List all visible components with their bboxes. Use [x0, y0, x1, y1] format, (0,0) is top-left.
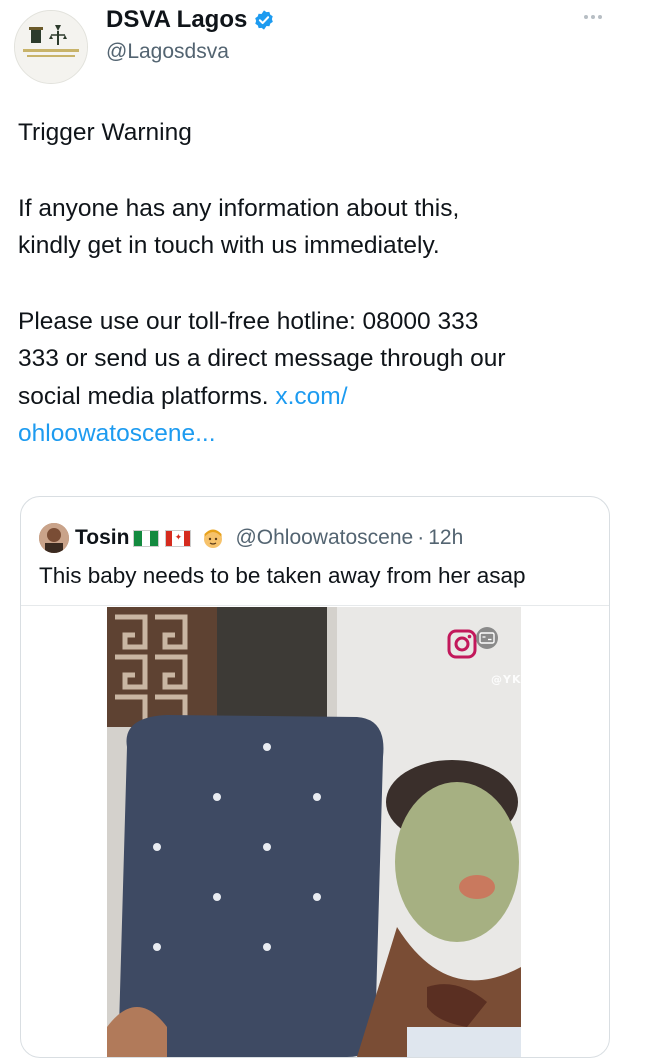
quoted-author-handle[interactable]: @Ohloowatoscene: [235, 526, 413, 550]
verified-badge-icon: [255, 10, 274, 30]
divider: [21, 605, 609, 606]
name-row: DSVA Lagos: [106, 6, 275, 34]
tweet-line: kindly get in touch with us immediately.: [18, 232, 440, 259]
quoted-tweet-header: Tosin ✦ @Ohloowatoscene · 12h: [39, 523, 463, 553]
quoted-author-avatar[interactable]: [39, 523, 69, 553]
more-options-icon[interactable]: [578, 10, 608, 24]
tweet-line: social media platforms. x.com/: [18, 378, 618, 416]
separator-dot: ·: [417, 526, 425, 549]
captions-icon[interactable]: [475, 627, 499, 649]
author-handle[interactable]: @Lagosdsva: [106, 40, 229, 64]
canada-flag-icon: ✦: [165, 529, 192, 547]
display-name[interactable]: DSVA Lagos: [106, 6, 247, 34]
tweet-line: Please use our toll-free hotline: 08000 …: [18, 307, 479, 335]
tweet-line: Trigger Warning: [18, 119, 192, 146]
quoted-author-name[interactable]: Tosin: [75, 526, 129, 550]
video-watermark: @YK: [491, 673, 522, 686]
avatar-photo-icon: [39, 523, 69, 553]
instagram-icon: [447, 629, 477, 659]
tweet-header: DSVA Lagos @Lagosdsva: [0, 0, 648, 90]
blond-person-emoji-icon: [204, 529, 223, 548]
tweet-line: 333 or send us a direct message through …: [18, 345, 506, 372]
dsva-logo-icon: [15, 11, 87, 83]
tweet-line: If anyone has any information about this…: [18, 194, 460, 222]
quoted-tweet-card[interactable]: Tosin ✦ @Ohloowatoscene · 12h This baby …: [20, 496, 610, 1058]
quoted-tweet-text: This baby needs to be taken away from he…: [39, 563, 526, 588]
video-thumbnail[interactable]: [107, 607, 521, 1057]
tweet-link-continued[interactable]: ohloowatoscene...: [18, 420, 216, 447]
tweet-line: ohloowatoscene...: [18, 415, 618, 453]
tweet-text-fragment: social media platforms.: [18, 382, 269, 410]
video-frame: [107, 607, 521, 1057]
author-avatar[interactable]: [14, 10, 88, 84]
tweet-body: Trigger Warning If anyone has any inform…: [18, 114, 618, 453]
tweet-link[interactable]: x.com/: [275, 383, 347, 410]
nigeria-flag-icon: [133, 529, 160, 547]
quoted-tweet-time[interactable]: 12h: [428, 526, 463, 550]
